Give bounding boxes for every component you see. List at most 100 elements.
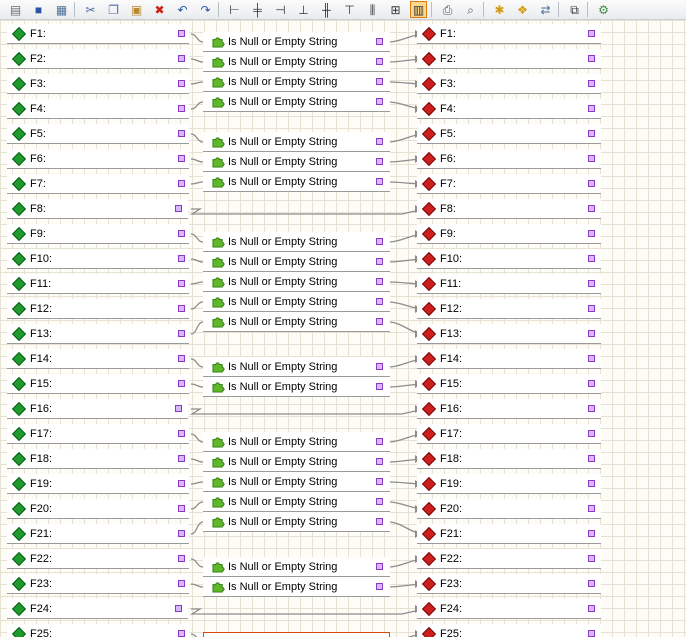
source-field[interactable]: F1: — [7, 24, 189, 44]
target-field[interactable]: F11: — [417, 274, 601, 294]
redo-button[interactable]: ↷ — [197, 1, 214, 18]
connector-pin[interactable] — [178, 155, 185, 162]
connector-pin[interactable] — [178, 230, 185, 237]
target-field[interactable]: F18: — [417, 449, 601, 469]
undo-button[interactable]: ↶ — [174, 1, 191, 18]
connector-pin[interactable] — [588, 230, 595, 237]
connector-pin[interactable] — [376, 278, 383, 285]
connector-pin[interactable] — [376, 518, 383, 525]
connector-pin[interactable] — [178, 130, 185, 137]
is-null-or-empty-function[interactable]: Is Null or Empty String — [203, 632, 390, 637]
align-right-button[interactable]: ⊣ — [272, 1, 289, 18]
source-field[interactable]: F2: — [7, 49, 189, 69]
source-field[interactable]: F4: — [7, 99, 189, 119]
connector-pin[interactable] — [178, 580, 185, 587]
lookup-button[interactable]: ❖ — [514, 1, 531, 18]
connector-pin[interactable] — [588, 455, 595, 462]
connector-pin[interactable] — [178, 530, 185, 537]
connector-pin[interactable] — [588, 405, 595, 412]
connector-pin[interactable] — [175, 605, 182, 612]
connector-pin[interactable] — [588, 580, 595, 587]
connector-pin[interactable] — [175, 405, 182, 412]
align-bottom-button[interactable]: ⊥ — [295, 1, 312, 18]
connector-pin[interactable] — [376, 383, 383, 390]
is-null-or-empty-function[interactable]: Is Null or Empty String — [203, 172, 390, 192]
copy-button[interactable]: ❐ — [105, 1, 122, 18]
source-field[interactable]: F23: — [7, 574, 189, 594]
connector-pin[interactable] — [588, 105, 595, 112]
connector-pin[interactable] — [376, 138, 383, 145]
connector-pin[interactable] — [588, 330, 595, 337]
connector-pin[interactable] — [588, 255, 595, 262]
is-null-or-empty-function[interactable]: Is Null or Empty String — [203, 252, 390, 272]
connector-pin[interactable] — [376, 178, 383, 185]
connector-pin[interactable] — [178, 255, 185, 262]
connector-pin[interactable] — [588, 155, 595, 162]
auto-layout-button[interactable]: ▥ — [410, 1, 427, 18]
align-top-button[interactable]: ⊤ — [341, 1, 358, 18]
source-field[interactable]: F10: — [7, 249, 189, 269]
source-field[interactable]: F19: — [7, 474, 189, 494]
target-field[interactable]: F5: — [417, 124, 601, 144]
target-field[interactable]: F2: — [417, 49, 601, 69]
is-null-or-empty-function[interactable]: Is Null or Empty String — [203, 232, 390, 252]
source-field[interactable]: F15: — [7, 374, 189, 394]
paste-button[interactable]: ▣ — [128, 1, 145, 18]
is-null-or-empty-function[interactable]: Is Null or Empty String — [203, 72, 390, 92]
connector-pin[interactable] — [376, 298, 383, 305]
target-field[interactable]: F7: — [417, 174, 601, 194]
distribute-button[interactable]: ⫼ — [364, 1, 381, 18]
source-field[interactable]: F6: — [7, 149, 189, 169]
source-field[interactable]: F13: — [7, 324, 189, 344]
connector-pin[interactable] — [376, 563, 383, 570]
source-field[interactable]: F11: — [7, 274, 189, 294]
source-field[interactable]: F9: — [7, 224, 189, 244]
target-field[interactable]: F15: — [417, 374, 601, 394]
source-field[interactable]: F20: — [7, 499, 189, 519]
source-field[interactable]: F14: — [7, 349, 189, 369]
target-field[interactable]: F16: — [417, 399, 601, 419]
variables-button[interactable]: ⧉ — [566, 1, 583, 18]
source-field[interactable]: F16: — [7, 399, 188, 419]
target-field[interactable]: F14: — [417, 349, 601, 369]
connector-pin[interactable] — [588, 555, 595, 562]
target-field[interactable]: F13: — [417, 324, 601, 344]
is-null-or-empty-function[interactable]: Is Null or Empty String — [203, 452, 390, 472]
is-null-or-empty-function[interactable]: Is Null or Empty String — [203, 512, 390, 532]
connector-pin[interactable] — [178, 355, 185, 362]
connector-pin[interactable] — [588, 305, 595, 312]
connector-pin[interactable] — [178, 630, 185, 637]
is-null-or-empty-function[interactable]: Is Null or Empty String — [203, 557, 390, 577]
connector-pin[interactable] — [178, 330, 185, 337]
connector-pin[interactable] — [588, 80, 595, 87]
save-as-button[interactable]: ▦ — [53, 1, 70, 18]
target-field[interactable]: F23: — [417, 574, 601, 594]
connector-pin[interactable] — [588, 280, 595, 287]
run-button[interactable]: ⚙ — [595, 1, 612, 18]
connector-pin[interactable] — [178, 455, 185, 462]
is-null-or-empty-function[interactable]: Is Null or Empty String — [203, 377, 390, 397]
connector-pin[interactable] — [588, 130, 595, 137]
target-field[interactable]: F20: — [417, 499, 601, 519]
source-field[interactable]: F12: — [7, 299, 189, 319]
source-field[interactable]: F25: — [7, 624, 189, 637]
target-field[interactable]: F25: — [417, 624, 601, 637]
connector-pin[interactable] — [178, 430, 185, 437]
connector-pin[interactable] — [178, 480, 185, 487]
source-field[interactable]: F21: — [7, 524, 189, 544]
connector-pin[interactable] — [376, 498, 383, 505]
target-field[interactable]: F1: — [417, 24, 601, 44]
target-field[interactable]: F22: — [417, 549, 601, 569]
is-null-or-empty-function[interactable]: Is Null or Empty String — [203, 152, 390, 172]
is-null-or-empty-function[interactable]: Is Null or Empty String — [203, 272, 390, 292]
target-field[interactable]: F19: — [417, 474, 601, 494]
connector-pin[interactable] — [178, 55, 185, 62]
connector-pin[interactable] — [376, 363, 383, 370]
connector-pin[interactable] — [178, 555, 185, 562]
mapping-canvas[interactable]: F1: F2: F3: F4: F5: F6: F7: F8: F9: F10: F11: F12: F… — [0, 20, 686, 637]
connector-pin[interactable] — [376, 158, 383, 165]
connector-pin[interactable] — [178, 305, 185, 312]
source-field[interactable]: F22: — [7, 549, 189, 569]
same-size-button[interactable]: ⊞ — [387, 1, 404, 18]
connector-pin[interactable] — [376, 98, 383, 105]
